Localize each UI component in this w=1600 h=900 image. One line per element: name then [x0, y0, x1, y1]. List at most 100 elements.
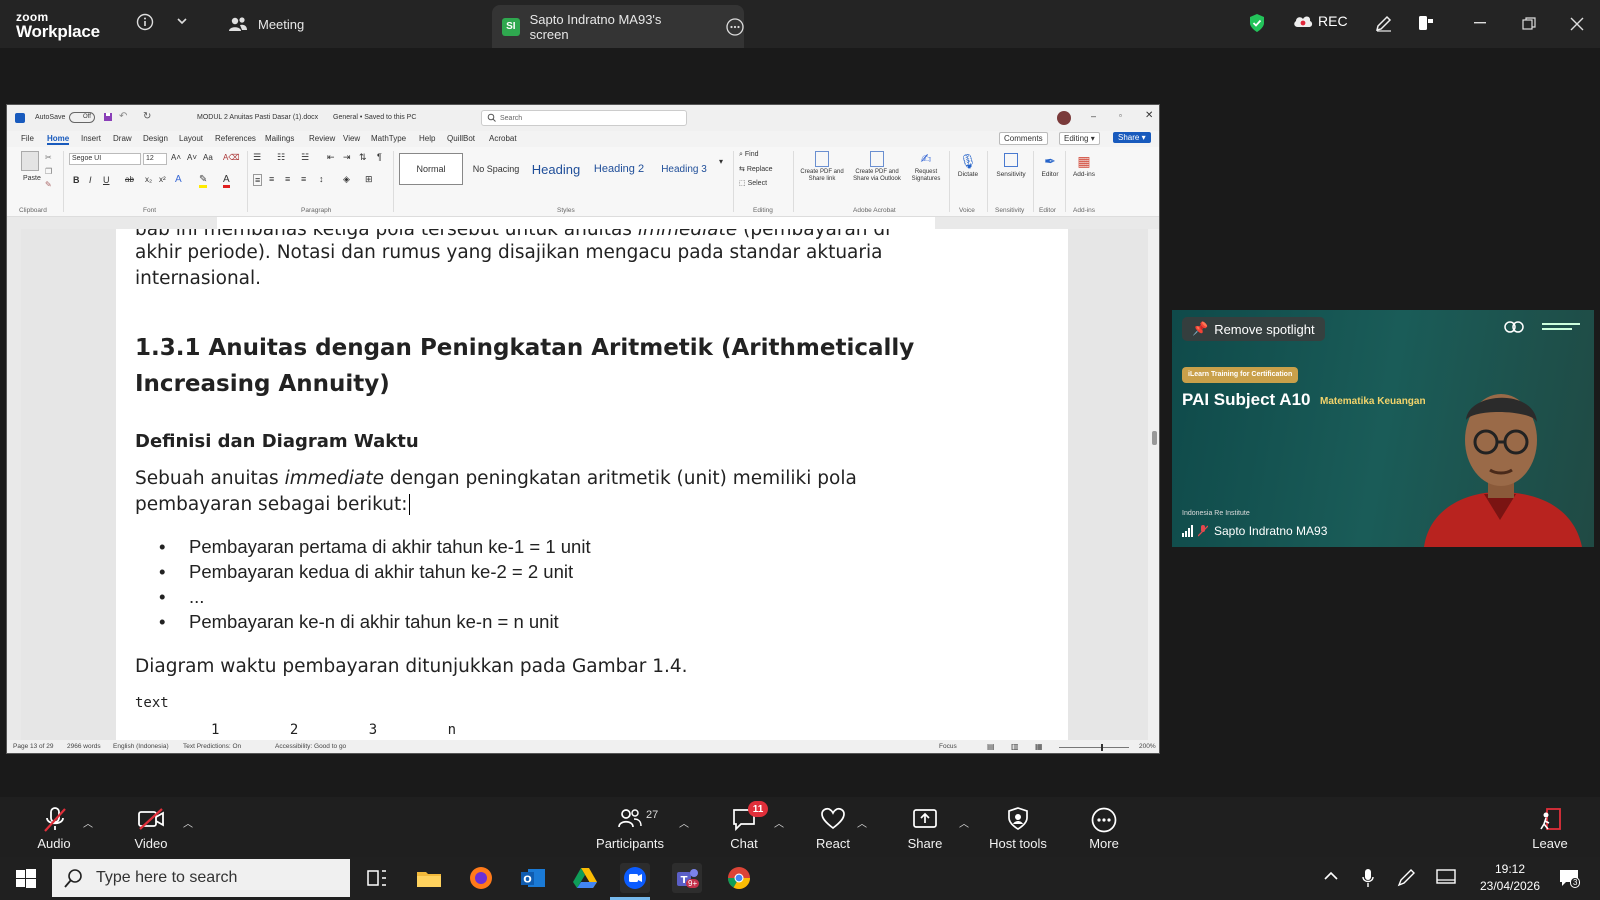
bold-icon[interactable]: B	[73, 175, 80, 185]
superscript-icon[interactable]: x²	[159, 175, 166, 184]
align-left-icon[interactable]: ≡	[253, 174, 263, 186]
request-signatures-button[interactable]: ✍ Request Signatures	[907, 151, 945, 183]
word-restore-icon[interactable]: ▫	[1119, 111, 1122, 120]
focus-button[interactable]: Focus	[939, 743, 957, 750]
outlook-icon[interactable]: O	[518, 863, 548, 893]
status-accessibility[interactable]: Accessibility: Good to go	[275, 743, 346, 750]
info-icon[interactable]	[136, 13, 154, 31]
status-page[interactable]: Page 13 of 29	[13, 743, 53, 750]
participants-options-caret-icon[interactable]: ︿	[679, 815, 689, 830]
taskbar-clock[interactable]: 19:12 23/04/2026	[1470, 861, 1550, 895]
tab-meeting[interactable]: Meeting	[228, 0, 304, 48]
google-drive-icon[interactable]	[570, 863, 600, 893]
menu-help[interactable]: Help	[419, 134, 435, 143]
editor-button[interactable]: ✒ Editor	[1037, 151, 1063, 178]
tray-pen-icon[interactable]	[1396, 868, 1416, 888]
comments-button[interactable]: Comments	[999, 132, 1048, 145]
task-view-icon[interactable]	[362, 863, 392, 893]
sensitivity-button[interactable]: Sensitivity	[991, 151, 1031, 178]
menu-home[interactable]: Home	[47, 134, 70, 145]
chrome-icon[interactable]	[724, 863, 754, 893]
word-search-box[interactable]: Search	[481, 110, 687, 126]
restore-icon[interactable]	[1522, 17, 1536, 31]
document-scrollbar[interactable]	[1148, 229, 1159, 740]
chat-options-caret-icon[interactable]: ︿	[774, 815, 784, 830]
subscript-icon[interactable]: x₂	[145, 175, 152, 184]
cut-icon[interactable]: ✂	[45, 153, 52, 162]
menu-view[interactable]: View	[343, 134, 360, 143]
status-language[interactable]: English (Indonesia)	[113, 743, 169, 750]
autosave-toggle[interactable]: Off	[69, 112, 95, 123]
select-button[interactable]: ⬚ Select	[739, 179, 767, 187]
user-avatar[interactable]	[1057, 111, 1071, 125]
menu-layout[interactable]: Layout	[179, 134, 203, 143]
find-button[interactable]: ⌕ Find	[739, 151, 759, 159]
share-button[interactable]: Share ▾	[1113, 132, 1151, 143]
grow-font-icon[interactable]: A˄	[171, 153, 181, 162]
change-case-icon[interactable]: Aa	[203, 153, 213, 162]
style-normal[interactable]: Normal	[399, 153, 463, 185]
clear-format-icon[interactable]: A⌫	[223, 153, 240, 162]
font-size-select[interactable]: 12	[143, 153, 167, 165]
zoom-app-icon[interactable]	[620, 863, 650, 893]
tab-shared-screen[interactable]: SI Sapto Indratno MA93's screen	[492, 5, 744, 48]
bullets-icon[interactable]: ☰	[253, 152, 261, 163]
annotate-pen-icon[interactable]	[1374, 13, 1394, 33]
cloud-record-indicator[interactable]: REC	[1292, 13, 1348, 29]
style-no-spacing[interactable]: No Spacing	[467, 153, 525, 185]
status-predictions[interactable]: Text Predictions: On	[183, 743, 241, 750]
menu-review[interactable]: Review	[309, 134, 335, 143]
chevron-down-icon[interactable]	[176, 16, 188, 26]
create-pdf-share-link-button[interactable]: Create PDF and Share link	[799, 151, 845, 183]
file-explorer-icon[interactable]	[414, 863, 444, 893]
more-button[interactable]: More	[1080, 797, 1128, 857]
replace-button[interactable]: ⇆ Replace	[739, 165, 773, 173]
style-heading[interactable]: Heading	[527, 153, 585, 185]
status-word-count[interactable]: 2966 words	[67, 743, 101, 750]
strikethrough-icon[interactable]: ab	[125, 175, 134, 184]
menu-acrobat[interactable]: Acrobat	[489, 134, 517, 143]
shield-check-icon[interactable]	[1248, 13, 1266, 33]
borders-icon[interactable]: ⊞	[365, 174, 373, 185]
font-name-select[interactable]: Segoe UI	[69, 153, 141, 165]
style-heading-3[interactable]: Heading 3	[653, 153, 715, 185]
dictate-button[interactable]: 🎙 Dictate	[953, 151, 983, 178]
undo-icon[interactable]: ↶	[119, 111, 127, 122]
spotlight-video-tile[interactable]: 📌 Remove spotlight iLearn Training for C…	[1172, 310, 1594, 547]
menu-draw[interactable]: Draw	[113, 134, 132, 143]
save-status[interactable]: General • Saved to this PC	[333, 114, 416, 121]
editing-mode-button[interactable]: Editing ▾	[1059, 132, 1100, 145]
minimize-icon[interactable]	[1474, 22, 1486, 24]
show-marks-icon[interactable]: ¶	[377, 152, 382, 162]
zoom-level[interactable]: 200%	[1139, 743, 1156, 750]
scrollbar-thumb[interactable]	[1152, 431, 1157, 445]
tray-overflow-icon[interactable]	[1324, 871, 1338, 881]
menu-design[interactable]: Design	[143, 134, 168, 143]
increase-indent-icon[interactable]: ⇥	[343, 152, 351, 163]
chat-button[interactable]: 11 Chat	[722, 797, 768, 857]
align-right-icon[interactable]: ≡	[285, 174, 290, 184]
remote-control-icon[interactable]	[1416, 13, 1436, 33]
style-heading-2[interactable]: Heading 2	[589, 153, 649, 185]
web-layout-icon[interactable]: ▦	[1035, 742, 1043, 751]
audio-options-caret-icon[interactable]: ︿	[83, 815, 93, 830]
redo-icon[interactable]: ↻	[143, 111, 151, 122]
read-mode-icon[interactable]: ▤	[987, 742, 995, 751]
share-screen-button[interactable]: Share	[900, 797, 950, 857]
video-button[interactable]: Video	[126, 797, 176, 857]
decrease-indent-icon[interactable]: ⇤	[327, 152, 335, 163]
styles-scroll-icon[interactable]: ▾	[719, 157, 723, 166]
menu-quillbot[interactable]: QuillBot	[447, 134, 475, 143]
audio-button[interactable]: Audio	[30, 797, 78, 857]
paste-icon[interactable]	[21, 151, 39, 171]
notification-center-icon[interactable]: 3	[1558, 868, 1581, 888]
shading-icon[interactable]: ◈	[343, 174, 350, 185]
sort-icon[interactable]: ⇅	[359, 152, 367, 163]
menu-insert[interactable]: Insert	[81, 134, 101, 143]
justify-icon[interactable]: ≡	[301, 174, 306, 184]
menu-file[interactable]: File	[21, 134, 34, 143]
host-tools-button[interactable]: Host tools	[984, 797, 1052, 857]
menu-references[interactable]: References	[215, 134, 256, 143]
teams-icon[interactable]: T 9+	[672, 863, 702, 893]
participants-button[interactable]: 27 Participants	[592, 797, 668, 857]
